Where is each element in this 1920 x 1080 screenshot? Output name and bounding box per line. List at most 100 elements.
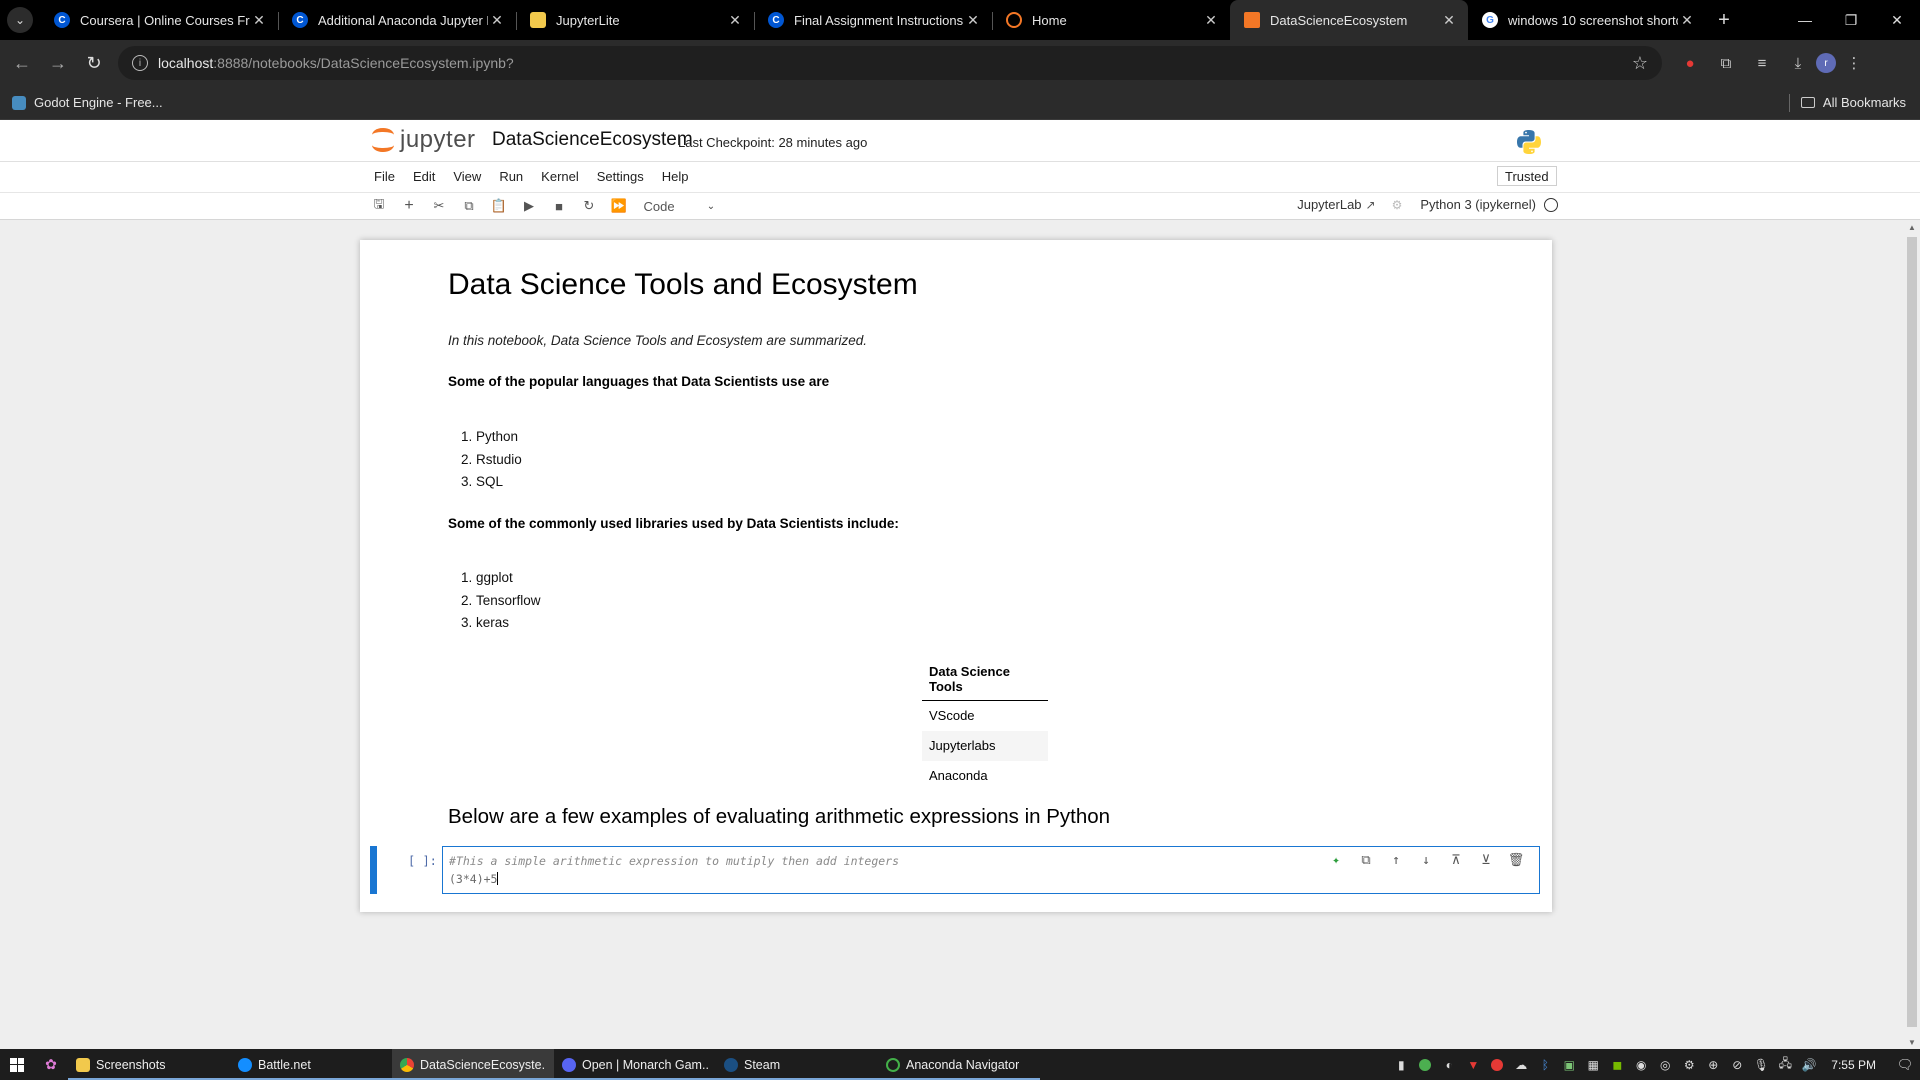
- menu-view[interactable]: View: [453, 169, 481, 184]
- languages-list[interactable]: Python Rstudio SQL: [448, 426, 522, 494]
- close-icon[interactable]: ✕: [1202, 12, 1220, 29]
- menu-settings[interactable]: Settings: [597, 169, 644, 184]
- extension-red-icon[interactable]: ●: [1672, 45, 1708, 81]
- scroll-up-icon[interactable]: ▲: [1908, 223, 1916, 232]
- notebook-scrollbar[interactable]: ▲ ▼: [1904, 221, 1920, 1049]
- paste-icon[interactable]: 📋: [484, 195, 514, 217]
- tray-app-icon[interactable]: [1413, 1058, 1437, 1071]
- move-down-icon[interactable]: ↓: [1411, 851, 1441, 871]
- arithmetic-heading-cell[interactable]: Below are a few examples of evaluating a…: [448, 805, 1110, 829]
- languages-heading[interactable]: Some of the popular languages that Data …: [448, 374, 829, 389]
- restart-icon[interactable]: ↻: [574, 195, 604, 217]
- menu-run[interactable]: Run: [499, 169, 523, 184]
- libraries-list[interactable]: ggplot Tensorflow keras: [448, 567, 541, 635]
- taskbar-app-anaconda[interactable]: Anaconda Navigator: [878, 1049, 1040, 1080]
- close-icon[interactable]: ✕: [726, 12, 744, 29]
- close-icon[interactable]: ✕: [488, 12, 506, 29]
- libraries-heading[interactable]: Some of the commonly used libraries used…: [448, 516, 899, 531]
- tray-app-icon[interactable]: ▣: [1557, 1058, 1581, 1072]
- browser-tab-anaconda-jupyter[interactable]: C Additional Anaconda Jupyter Er ✕: [278, 0, 516, 40]
- close-icon[interactable]: ✕: [1440, 12, 1458, 29]
- delete-cell-icon[interactable]: 🗑: [1501, 851, 1531, 871]
- kernel-settings-icon[interactable]: ⚙: [1392, 198, 1403, 212]
- tray-app-icon[interactable]: ▦: [1581, 1058, 1605, 1072]
- tab-search-button[interactable]: ⌄: [0, 0, 40, 40]
- browser-menu-icon[interactable]: ⋮: [1836, 45, 1872, 81]
- volume-icon[interactable]: 🔊: [1797, 1058, 1821, 1072]
- tray-app-icon[interactable]: ⚙: [1677, 1058, 1701, 1072]
- tray-app-icon[interactable]: ▮: [1389, 1058, 1413, 1072]
- close-icon[interactable]: ✕: [250, 12, 268, 29]
- extensions-puzzle-icon[interactable]: ⧉: [1708, 45, 1744, 81]
- menu-kernel[interactable]: Kernel: [541, 169, 579, 184]
- browser-tab-home[interactable]: Home ✕: [992, 0, 1230, 40]
- tray-app-icon[interactable]: [1485, 1058, 1509, 1071]
- code-cell-active[interactable]: [ ]: #This a simple arithmetic expressio…: [370, 846, 1540, 894]
- minimize-icon[interactable]: —: [1782, 0, 1828, 40]
- add-cell-icon[interactable]: +: [394, 195, 424, 217]
- browser-tab-datascienceecosystem[interactable]: DataScienceEcosystem ✕: [1230, 0, 1468, 40]
- taskbar-clock[interactable]: 7:55 PM: [1831, 1058, 1876, 1072]
- stop-icon[interactable]: ■: [544, 195, 574, 217]
- back-arrow-icon[interactable]: ←: [4, 45, 40, 81]
- menu-file[interactable]: File: [374, 169, 395, 184]
- address-bar[interactable]: i localhost:8888/notebooks/DataScienceEc…: [118, 46, 1662, 80]
- tray-app-icon[interactable]: ◐: [1437, 1058, 1461, 1072]
- browser-tab-google-search[interactable]: G windows 10 screenshot shortcu ✕: [1468, 0, 1706, 40]
- taskbar-app-discord[interactable]: Open | Monarch Gam...: [554, 1049, 716, 1080]
- open-jupyterlab-link[interactable]: JupyterLab ↗: [1297, 197, 1375, 212]
- move-up-icon[interactable]: ↑: [1381, 851, 1411, 871]
- forward-arrow-icon[interactable]: →: [40, 45, 76, 81]
- copilot-icon[interactable]: ✿: [34, 1056, 68, 1073]
- bluetooth-icon[interactable]: ᛒ: [1533, 1058, 1557, 1072]
- save-icon[interactable]: 🖫: [364, 195, 394, 217]
- tray-app-icon[interactable]: ▼: [1461, 1058, 1485, 1072]
- close-window-icon[interactable]: ✕: [1874, 0, 1920, 40]
- site-info-icon[interactable]: i: [132, 55, 148, 71]
- tray-app-icon[interactable]: ☁: [1509, 1058, 1533, 1072]
- markdown-cell-title[interactable]: Data Science Tools and Ecosystem: [448, 268, 918, 302]
- bookmark-godot[interactable]: Godot Engine - Free...: [34, 95, 163, 110]
- trusted-indicator[interactable]: Trusted: [1497, 166, 1557, 186]
- tray-app-icon[interactable]: ◎: [1653, 1058, 1677, 1072]
- all-bookmarks-button[interactable]: All Bookmarks: [1800, 95, 1906, 110]
- cell-type-select[interactable]: Code ⌄: [643, 195, 726, 217]
- microphone-icon[interactable]: 🎙: [1749, 1058, 1773, 1072]
- kernel-name[interactable]: Python 3 (ipykernel): [1420, 197, 1536, 212]
- notebook-name[interactable]: DataScienceEcosystem: [492, 129, 693, 151]
- close-icon[interactable]: ✕: [964, 12, 982, 29]
- run-all-icon[interactable]: ⏩: [604, 195, 634, 217]
- restore-icon[interactable]: ❐: [1828, 0, 1874, 40]
- media-controls-icon[interactable]: ≡: [1744, 45, 1780, 81]
- bookmark-star-icon[interactable]: ☆: [1632, 53, 1648, 74]
- taskbar-app-steam[interactable]: Steam: [716, 1049, 878, 1080]
- scroll-down-icon[interactable]: ▼: [1908, 1038, 1916, 1047]
- intro-text[interactable]: In this notebook, Data Science Tools and…: [448, 333, 867, 348]
- menu-help[interactable]: Help: [662, 169, 689, 184]
- steam-tray-icon[interactable]: ◉: [1629, 1058, 1653, 1072]
- duplicate-cell-icon[interactable]: ⧉: [1351, 851, 1381, 871]
- close-icon[interactable]: ✕: [1678, 12, 1696, 29]
- menu-edit[interactable]: Edit: [413, 169, 435, 184]
- taskbar-app-battlenet[interactable]: Battle.net: [230, 1049, 392, 1080]
- reload-icon[interactable]: ↻: [76, 45, 112, 81]
- notification-icon[interactable]: 🗨: [1890, 1057, 1920, 1073]
- browser-tab-coursera[interactable]: C Coursera | Online Courses From ✕: [40, 0, 278, 40]
- scroll-thumb[interactable]: [1907, 237, 1917, 1027]
- insert-above-icon[interactable]: ⊼: [1441, 851, 1471, 871]
- tray-app-icon[interactable]: ⊘: [1725, 1058, 1749, 1072]
- browser-tab-final-assignment[interactable]: C Final Assignment Instructions: ( ✕: [754, 0, 992, 40]
- cut-icon[interactable]: ✂: [424, 195, 454, 217]
- taskbar-app-chrome[interactable]: DataScienceEcosyste...: [392, 1049, 554, 1080]
- run-icon[interactable]: ▶: [514, 195, 544, 217]
- browser-tab-jupyterlite[interactable]: JupyterLite ✕: [516, 0, 754, 40]
- network-icon[interactable]: 🖧: [1773, 1054, 1797, 1075]
- nvidia-icon[interactable]: ◼: [1605, 1058, 1629, 1072]
- taskbar-app-screenshots[interactable]: Screenshots: [68, 1049, 230, 1080]
- code-editor[interactable]: #This a simple arithmetic expression to …: [442, 846, 1540, 894]
- insert-below-icon[interactable]: ⊻: [1471, 851, 1501, 871]
- ai-sparkle-icon[interactable]: ✦: [1321, 851, 1351, 871]
- tray-app-icon[interactable]: ⊕: [1701, 1058, 1725, 1072]
- new-tab-button[interactable]: +: [1706, 9, 1742, 32]
- downloads-icon[interactable]: ⤓: [1780, 45, 1816, 81]
